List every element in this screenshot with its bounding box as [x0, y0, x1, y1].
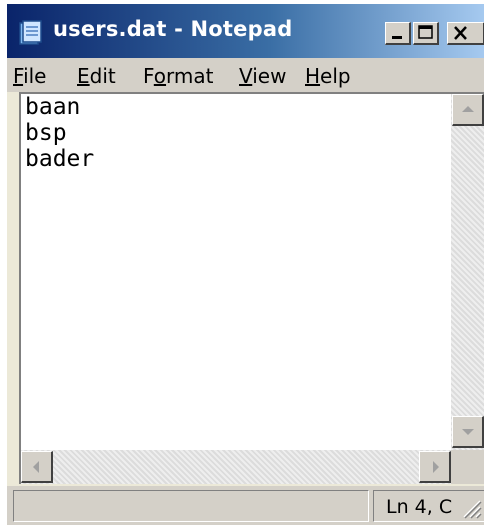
- text-line: bsp: [25, 120, 67, 146]
- minimize-icon: [392, 36, 402, 39]
- cursor-position: Ln 4, C: [386, 496, 453, 518]
- arrow-down-icon: [462, 429, 474, 435]
- menu-format-label: rmat: [166, 64, 214, 88]
- status-bar: Ln 4, C: [7, 486, 484, 525]
- scroll-up-button[interactable]: [452, 94, 484, 126]
- text-line: bader: [25, 146, 95, 172]
- arrow-right-icon: [433, 461, 439, 473]
- text-line: baan: [25, 94, 81, 120]
- close-button[interactable]: [447, 22, 484, 45]
- arrow-up-icon: [462, 106, 474, 112]
- menu-view-mnemonic: V: [239, 64, 253, 88]
- scroll-down-button[interactable]: [452, 416, 484, 448]
- menu-help-mnemonic: H: [305, 64, 321, 88]
- notepad-icon[interactable]: [17, 20, 43, 46]
- menu-edit-label: dit: [89, 64, 116, 88]
- status-panel-left: [13, 490, 369, 522]
- text-editor[interactable]: baan bsp bader: [25, 94, 445, 434]
- status-panel-position: Ln 4, C: [373, 490, 484, 522]
- title-bar[interactable]: users.dat - Notepad: [7, 4, 484, 58]
- scrollbar-corner: [451, 450, 484, 484]
- window-title: users.dat - Notepad: [53, 17, 293, 41]
- arrow-left-icon: [33, 461, 39, 473]
- menu-format-prefix: F: [143, 64, 154, 88]
- menu-file[interactable]: File: [13, 64, 46, 88]
- menu-view[interactable]: View: [239, 64, 286, 88]
- menu-view-label: iew: [252, 64, 287, 88]
- menu-file-mnemonic: F: [13, 64, 24, 88]
- scroll-right-button[interactable]: [419, 451, 451, 483]
- close-icon: [454, 26, 467, 40]
- vertical-scrollbar[interactable]: [451, 94, 484, 450]
- menu-help[interactable]: Help: [305, 64, 351, 88]
- notepad-window: users.dat - Notepad File Edit Format Vie…: [6, 4, 484, 525]
- menu-file-label: ile: [23, 64, 47, 88]
- menu-help-label: elp: [320, 64, 351, 88]
- menu-format[interactable]: Format: [143, 64, 214, 88]
- horizontal-scrollbar[interactable]: [21, 450, 451, 484]
- resize-grip-icon[interactable]: [458, 495, 482, 519]
- menu-edit[interactable]: Edit: [77, 64, 116, 88]
- editor-frame: baan bsp bader: [19, 92, 484, 484]
- scroll-left-button[interactable]: [21, 451, 53, 483]
- maximize-button[interactable]: [413, 22, 439, 45]
- menu-format-mnemonic: o: [153, 64, 167, 88]
- menu-bar: File Edit Format View Help: [7, 58, 484, 92]
- maximize-icon: [418, 25, 433, 39]
- menu-edit-mnemonic: E: [77, 64, 90, 88]
- minimize-button[interactable]: [385, 22, 411, 45]
